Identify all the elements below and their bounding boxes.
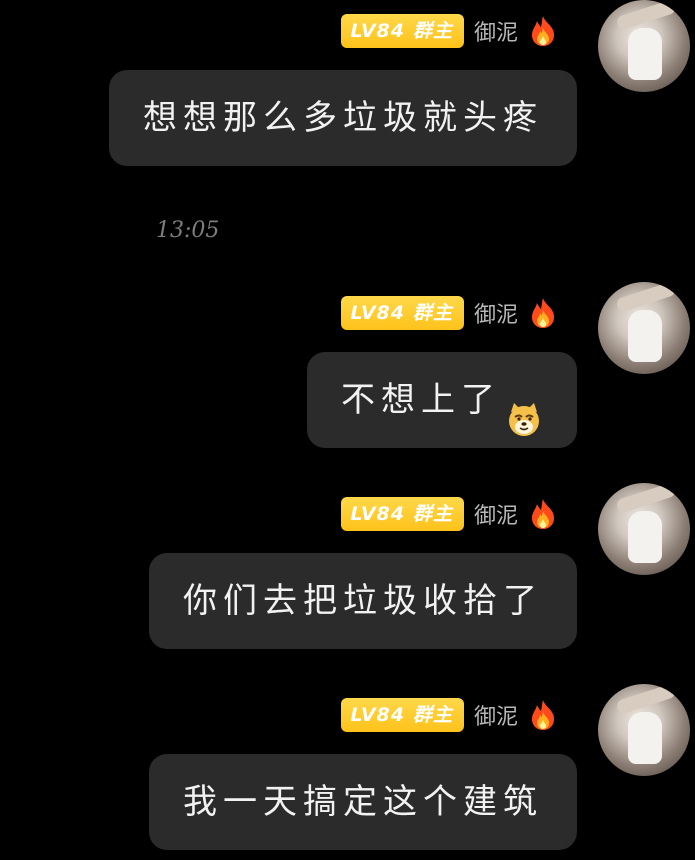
message-text: 你们去把垃圾收拾了 — [183, 581, 543, 621]
level-badge[interactable]: LV84 群主 — [341, 698, 464, 732]
badge-role: 群主 — [412, 704, 453, 726]
badge-level: LV84 — [350, 503, 405, 525]
doge-face-icon — [505, 379, 543, 436]
message-bubble[interactable]: 不想上了 — [307, 352, 577, 448]
badge-level: LV84 — [350, 302, 405, 324]
message-header: LV84 群主 御泥 — [341, 296, 560, 330]
avatar[interactable] — [598, 684, 690, 776]
message-header: LV84 群主 御泥 — [341, 698, 560, 732]
message-header: LV84 群主 御泥 — [341, 14, 560, 48]
badge-role: 群主 — [412, 20, 453, 42]
sender-name[interactable]: 御泥 — [474, 699, 518, 731]
level-badge[interactable]: LV84 群主 — [341, 14, 464, 48]
sender-name[interactable]: 御泥 — [474, 297, 518, 329]
badge-level: LV84 — [350, 20, 405, 42]
level-badge[interactable]: LV84 群主 — [341, 296, 464, 330]
sender-name[interactable]: 御泥 — [474, 15, 518, 47]
message-text: 想想那么多垃圾就头疼 — [143, 98, 543, 138]
message-header: LV84 群主 御泥 — [341, 497, 560, 531]
fire-icon — [526, 14, 560, 48]
message-timestamp: 13:05 — [156, 218, 220, 243]
badge-role: 群主 — [412, 302, 453, 324]
fire-icon — [526, 497, 560, 531]
avatar[interactable] — [598, 483, 690, 575]
avatar[interactable] — [598, 0, 690, 92]
sender-name[interactable]: 御泥 — [474, 498, 518, 530]
level-badge[interactable]: LV84 群主 — [341, 497, 464, 531]
message-bubble[interactable]: 想想那么多垃圾就头疼 — [109, 70, 577, 166]
message-bubble[interactable]: 你们去把垃圾收拾了 — [149, 553, 577, 649]
message-bubble[interactable]: 我一天搞定这个建筑 — [149, 754, 577, 850]
badge-role: 群主 — [412, 503, 453, 525]
message-text: 我一天搞定这个建筑 — [183, 782, 543, 822]
badge-level: LV84 — [350, 704, 405, 726]
avatar[interactable] — [598, 282, 690, 374]
fire-icon — [526, 296, 560, 330]
message-text: 不想上了 — [341, 380, 501, 420]
fire-icon — [526, 698, 560, 732]
